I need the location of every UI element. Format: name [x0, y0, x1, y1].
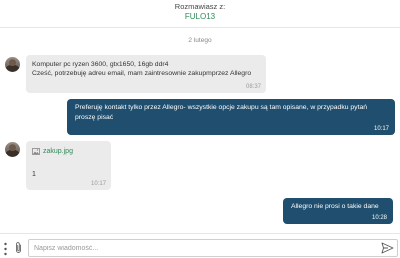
message-time: 08:37	[245, 84, 261, 90]
outgoing-message-bubble: Allegro nie prosi o takie dane 10:28	[283, 198, 393, 224]
paperclip-icon[interactable]	[14, 241, 23, 254]
message-text: Allegro nie prosi o takie dane	[291, 203, 379, 210]
header-divider	[0, 27, 400, 28]
message-text: 1	[32, 171, 36, 178]
message-text: Preferuję kontakt tylko przez Allegro- w…	[75, 104, 368, 121]
contact-avatar	[5, 57, 20, 72]
message-text-line: Cześć, potrzebuję adreu email, mam zaint…	[32, 70, 252, 77]
message-input[interactable]	[28, 239, 398, 257]
image-file-icon	[32, 148, 40, 155]
date-separator: 2 lutego	[188, 37, 212, 44]
incoming-message-bubble: zakup.jpg 1 10:17	[26, 141, 111, 190]
attachment-link[interactable]: zakup.jpg	[32, 148, 73, 155]
conversation-header: Rozmawiasz z: FULO13	[0, 0, 400, 26]
contact-avatar	[5, 142, 20, 157]
outgoing-message-bubble: Preferuję kontakt tylko przez Allegro- w…	[67, 99, 395, 135]
vertical-dots-icon[interactable]	[3, 242, 8, 256]
composer-divider	[0, 233, 400, 234]
message-time: 10:17	[373, 126, 389, 132]
contact-name-link[interactable]: FULO13	[0, 12, 400, 22]
attachment-filename: zakup.jpg	[43, 148, 73, 155]
conversation-with-label: Rozmawiasz z:	[174, 2, 226, 11]
message-text-line: Komputer pc ryzen 3600, gtx1650, 16gb dd…	[32, 61, 169, 68]
message-time: 10:28	[371, 215, 387, 221]
message-time: 10:17	[90, 181, 106, 187]
incoming-message-bubble: Komputer pc ryzen 3600, gtx1650, 16gb dd…	[26, 55, 266, 93]
send-icon[interactable]	[381, 242, 394, 254]
